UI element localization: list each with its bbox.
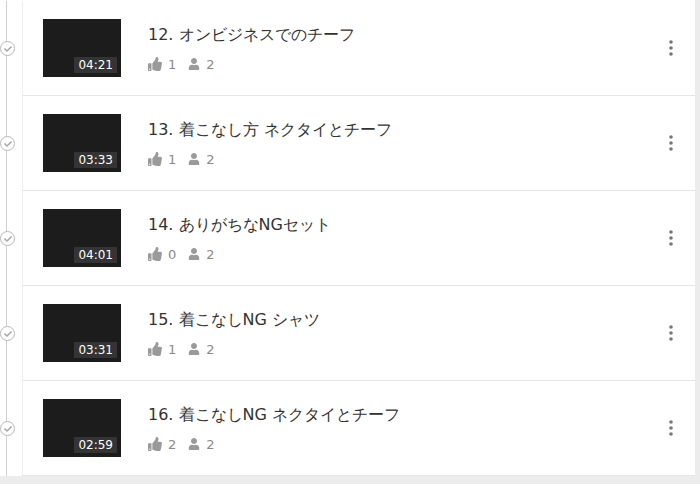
more-button[interactable] [661,33,681,63]
user-icon [188,438,200,450]
video-duration: 03:33 [74,152,117,168]
thumbs-up-icon [148,247,162,261]
video-duration: 02:59 [74,437,117,453]
like-count: 2 [148,437,176,452]
lesson-row[interactable]: 02:59 16. 着こなしNG ネクタイとチーフ 22 [0,381,695,476]
lesson-content: 02:59 16. 着こなしNG ネクタイとチーフ 22 [22,381,695,476]
video-thumbnail[interactable]: 03:31 [43,304,121,362]
thumbs-up-icon [148,57,162,71]
check-icon [4,425,12,433]
user-icon [188,343,200,355]
lesson-stats: 22 [148,437,661,452]
more-icon [669,40,673,56]
lesson-row[interactable]: 03:33 13. 着こなし方 ネクタイとチーフ 12 [0,96,695,191]
progress-rail [0,96,22,191]
lesson-info: 13. 着こなし方 ネクタイとチーフ 12 [148,120,661,167]
thumbs-up-icon [148,342,162,356]
like-count: 1 [148,57,176,72]
lesson-title[interactable]: 13. 着こなし方 ネクタイとチーフ [148,120,661,140]
completed-check [0,326,15,341]
like-count: 1 [148,152,176,167]
lesson-content: 04:21 12. オンビジネスでのチーフ 12 [22,1,695,96]
lesson-content: 04:01 14. ありがちなNGセット 02 [22,191,695,286]
thumbs-up-icon [148,437,162,451]
lesson-title[interactable]: 16. 着こなしNG ネクタイとチーフ [148,405,661,425]
user-icon [188,58,200,70]
user-icon [188,248,200,260]
lesson-info: 14. ありがちなNGセット 02 [148,215,661,262]
more-button[interactable] [661,128,681,158]
lesson-list: 04:2112. オンビジネスでのチーフ1203:3313. 着こなし方 ネクタ… [0,1,695,476]
more-icon [669,135,673,151]
lesson-content: 03:33 13. 着こなし方 ネクタイとチーフ 12 [22,96,695,191]
progress-rail [0,1,22,96]
lesson-stats: 12 [148,342,661,357]
lesson-content: 03:31 15. 着こなしNG シャツ 12 [22,286,695,381]
lesson-stats: 02 [148,247,661,262]
more-button[interactable] [661,413,681,443]
video-thumbnail[interactable]: 03:33 [43,114,121,172]
video-thumbnail[interactable]: 04:01 [43,209,121,267]
progress-rail [0,191,22,286]
video-thumbnail[interactable]: 02:59 [43,399,121,457]
viewer-count: 2 [188,437,214,452]
lesson-title[interactable]: 15. 着こなしNG シャツ [148,310,661,330]
viewer-count: 2 [188,57,214,72]
lesson-row[interactable]: 04:01 14. ありがちなNGセット 02 [0,191,695,286]
completed-check [0,41,15,56]
more-icon [669,420,673,436]
viewer-count: 2 [188,247,214,262]
more-icon [669,325,673,341]
thumbs-up-icon [148,152,162,166]
more-button[interactable] [661,318,681,348]
video-thumbnail[interactable]: 04:21 [43,19,121,77]
progress-rail [0,381,22,476]
video-duration: 04:01 [74,247,117,263]
viewer-count: 2 [188,152,214,167]
lesson-row[interactable]: 03:31 15. 着こなしNG シャツ 12 [0,286,695,381]
lesson-title[interactable]: 12. オンビジネスでのチーフ [148,25,661,45]
viewer-count: 2 [188,342,214,357]
check-icon [4,235,12,243]
lesson-info: 12. オンビジネスでのチーフ 12 [148,25,661,72]
more-button[interactable] [661,223,681,253]
lesson-title[interactable]: 14. ありがちなNGセット [148,215,661,235]
completed-check [0,136,15,151]
check-icon [4,140,12,148]
lesson-stats: 12 [148,57,661,72]
lesson-info: 15. 着こなしNG シャツ 12 [148,310,661,357]
video-duration: 03:31 [74,342,117,358]
completed-check [0,231,15,246]
lesson-stats: 12 [148,152,661,167]
lesson-list-page: 04:2112. オンビジネスでのチーフ1203:3313. 着こなし方 ネクタ… [0,0,695,476]
lesson-info: 16. 着こなしNG ネクタイとチーフ 22 [148,405,661,452]
video-duration: 04:21 [74,57,117,73]
like-count: 0 [148,247,176,262]
completed-check [0,421,15,436]
more-icon [669,230,673,246]
lesson-row[interactable]: 04:21 12. オンビジネスでのチーフ 12 [0,1,695,96]
progress-rail [0,286,22,381]
check-icon [4,330,12,338]
user-icon [188,153,200,165]
check-icon [4,45,12,53]
like-count: 1 [148,342,176,357]
